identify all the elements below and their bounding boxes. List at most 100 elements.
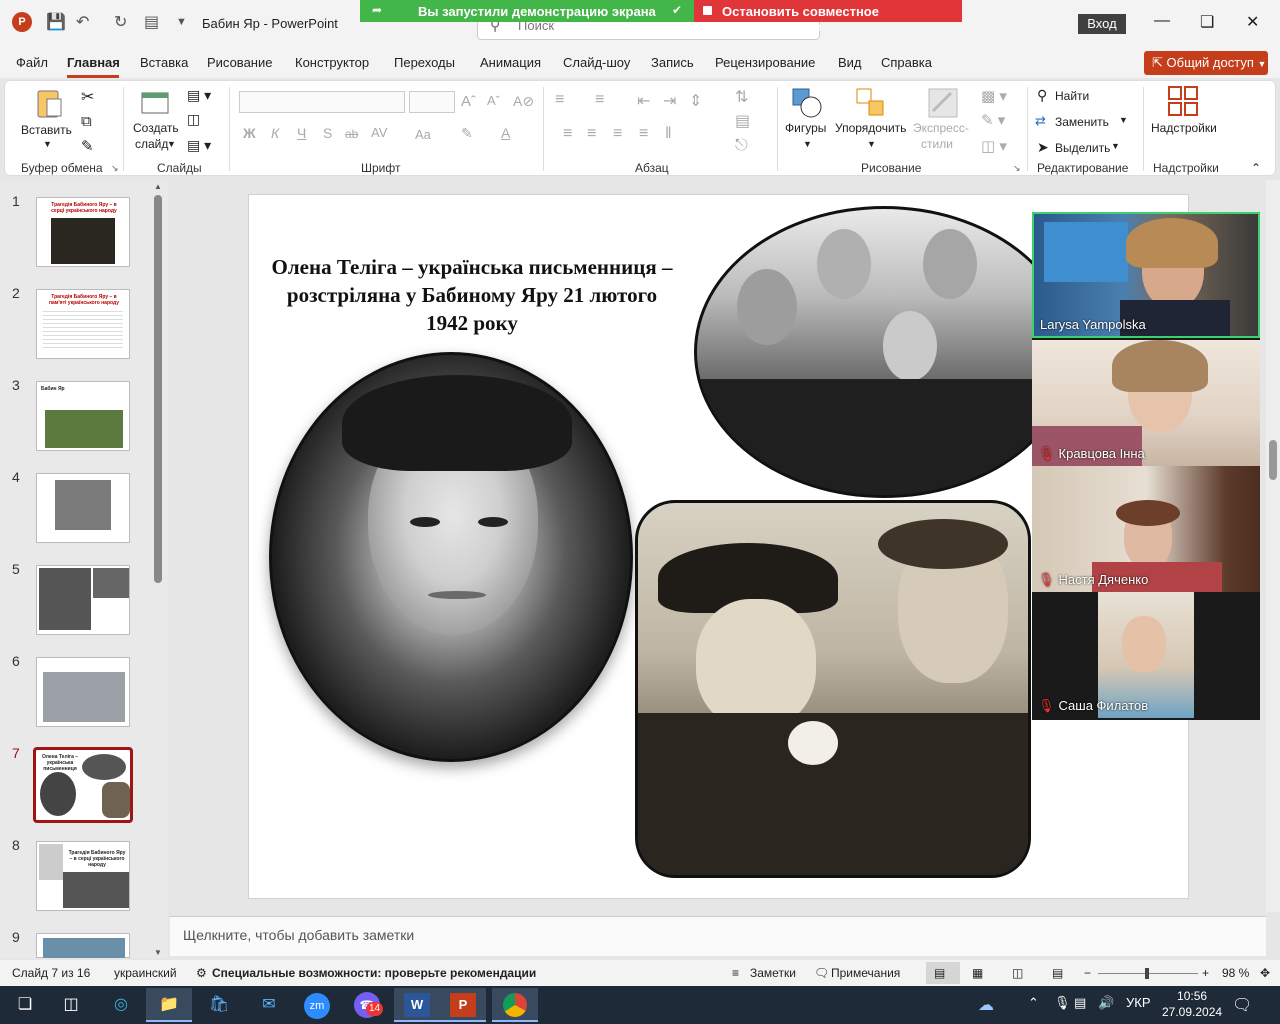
section-icon[interactable]: ▤ ▾ <box>187 137 211 154</box>
justify-icon[interactable]: ≡ <box>639 125 648 143</box>
arrange-chevron-icon[interactable]: ▼ <box>867 139 876 149</box>
fit-slide-icon[interactable]: ✥ <box>1260 966 1270 980</box>
participant-tile[interactable]: 🎙 Настя Дяченко <box>1032 466 1260 592</box>
italic-button[interactable]: К <box>271 125 279 141</box>
bullets-icon[interactable]: ≡ <box>555 91 564 109</box>
zoom-app-icon[interactable]: zm <box>294 988 340 1022</box>
columns-icon[interactable]: ‖ <box>665 125 672 143</box>
tab-animations[interactable]: Анимация <box>480 55 541 70</box>
stop-share-button[interactable]: Остановить совместное использование <box>694 0 962 34</box>
volume-icon[interactable]: 🔊 <box>1098 995 1114 1011</box>
system-clock[interactable]: 10:56 27.09.2024 <box>1162 988 1222 1020</box>
comments-toggle[interactable]: Примечания <box>831 966 900 980</box>
present-icon[interactable]: ▤ <box>144 12 159 32</box>
new-slide-chevron-icon[interactable]: ▼ <box>167 139 176 149</box>
shadow-button[interactable]: S <box>323 125 332 141</box>
quick-styles-label-1[interactable]: Экспресс- <box>913 121 969 135</box>
tab-design[interactable]: Конструктор <box>295 55 369 70</box>
align-center-icon[interactable]: ≡ <box>587 125 596 143</box>
portrait-photo[interactable] <box>269 352 633 762</box>
new-slide-label-1[interactable]: Создать <box>133 121 179 135</box>
tray-chevron-up-icon[interactable]: ⌃ <box>1028 995 1039 1011</box>
addins-button[interactable]: Надстройки <box>1151 121 1217 135</box>
viber-icon[interactable]: ☎14 <box>344 988 390 1022</box>
quick-styles-label-2[interactable]: стили <box>921 137 953 151</box>
align-text-icon[interactable]: ▤ <box>735 111 750 131</box>
shapes-button[interactable]: Фигуры <box>785 121 826 135</box>
slide-thumbnail-2[interactable]: Трагедія Бабиного Яру – в пам'яті україн… <box>36 289 130 359</box>
copy-icon[interactable]: ⧉ <box>81 113 92 130</box>
slide-thumbnail-9[interactable] <box>36 933 130 958</box>
notes-pane[interactable]: Щелкните, чтобы добавить заметки <box>170 916 1266 956</box>
notifications-icon[interactable]: 🗨 <box>1232 995 1252 1015</box>
shape-outline-icon[interactable]: ✎ ▾ <box>981 111 1005 129</box>
highlight-icon[interactable]: ✎ <box>461 125 473 142</box>
pin-icon[interactable]: ➦ <box>372 3 382 17</box>
notes-icon[interactable]: ≡ <box>732 966 739 980</box>
restore-icon[interactable]: ❏ <box>1200 12 1214 32</box>
slide-thumbnail-8[interactable]: Трагедія Бабиного Яру – в серці українсь… <box>36 841 130 911</box>
scroll-down-icon[interactable]: ▼ <box>154 948 162 957</box>
slide-thumbnail-6[interactable] <box>36 657 130 727</box>
notes-toggle[interactable]: Заметки <box>750 966 796 980</box>
paste-button[interactable]: Вставить <box>21 123 72 137</box>
save-icon[interactable]: 💾 <box>46 12 66 32</box>
thumbnail-scrollbar[interactable] <box>154 195 162 583</box>
zoom-in-icon[interactable]: + <box>1202 966 1209 980</box>
store-icon[interactable]: 🛍 <box>196 988 242 1022</box>
arrange-button[interactable]: Упорядочить <box>835 121 906 135</box>
cut-icon[interactable]: ✂ <box>81 87 94 107</box>
tab-help[interactable]: Справка <box>881 55 932 70</box>
file-explorer-icon[interactable]: 📁 <box>146 988 192 1022</box>
tab-review[interactable]: Рецензирование <box>715 55 815 70</box>
slide-title[interactable]: Олена Теліга – українська письменниця – … <box>270 253 674 337</box>
format-painter-icon[interactable]: ✎ <box>81 137 94 155</box>
customize-qat-chevron-icon[interactable]: ▼ <box>176 16 187 28</box>
signin-button[interactable]: Вход <box>1078 14 1126 34</box>
participant-tile[interactable]: 🎙 Кравцова Інна <box>1032 340 1260 466</box>
minimize-icon[interactable]: — <box>1154 12 1170 30</box>
undo-icon[interactable]: ↶ <box>76 12 89 32</box>
char-spacing-button[interactable]: AV <box>371 125 387 140</box>
find-button[interactable]: Найти <box>1055 89 1089 103</box>
quick-styles-icon[interactable] <box>927 87 959 119</box>
increase-font-icon[interactable]: Aˆ <box>461 93 476 110</box>
tab-record[interactable]: Запись <box>651 55 694 70</box>
mail-icon[interactable]: ✉ <box>246 988 292 1022</box>
replace-button[interactable]: Заменить <box>1055 115 1109 129</box>
participant-tile[interactable]: Larysa Yampolska <box>1032 212 1260 338</box>
tab-slideshow[interactable]: Слайд-шоу <box>563 55 630 70</box>
layout-icon[interactable]: ▤ ▾ <box>187 87 211 104</box>
line-spacing-icon[interactable]: ⇕ <box>689 91 702 111</box>
font-color-button[interactable]: A <box>501 125 510 141</box>
change-case-button[interactable]: Aa <box>415 127 431 142</box>
underline-button[interactable]: Ч <box>297 125 306 141</box>
paste-icon[interactable] <box>33 87 65 119</box>
scroll-thumb[interactable] <box>1269 440 1277 480</box>
slide-thumbnail-3[interactable]: Бабин Яр <box>36 381 130 451</box>
tab-transitions[interactable]: Переходы <box>394 55 455 70</box>
font-size-field[interactable] <box>409 91 455 113</box>
tab-file[interactable]: Файл <box>16 55 48 70</box>
paste-chevron-icon[interactable]: ▼ <box>43 139 52 149</box>
text-direction-icon[interactable]: ⇅ <box>735 87 748 107</box>
new-slide-icon[interactable] <box>139 87 171 119</box>
zoom-level[interactable]: 98 % <box>1222 966 1249 980</box>
zoom-out-icon[interactable]: − <box>1084 966 1091 980</box>
addins-icon[interactable] <box>1167 85 1199 117</box>
edge-browser-icon[interactable]: ◎ <box>98 988 144 1022</box>
accessibility-status[interactable]: Специальные возможности: проверьте реком… <box>212 966 536 980</box>
shapes-chevron-icon[interactable]: ▼ <box>803 139 812 149</box>
comments-icon[interactable]: 🗨 <box>814 966 829 980</box>
arrange-icon[interactable] <box>855 87 887 119</box>
tab-draw[interactable]: Рисование <box>207 55 272 70</box>
dialog-launcher-icon[interactable]: ↘ <box>111 163 119 174</box>
redo-icon[interactable]: ↻ <box>114 12 127 32</box>
replace-icon[interactable]: ⇄ <box>1035 113 1046 129</box>
tab-insert[interactable]: Вставка <box>140 55 188 70</box>
slide-thumbnail-4[interactable] <box>36 473 130 543</box>
tab-view[interactable]: Вид <box>838 55 862 70</box>
task-view-icon[interactable]: ◫ <box>48 988 94 1022</box>
smartart-icon[interactable]: ⎋ <box>735 137 748 155</box>
font-name-field[interactable] <box>239 91 405 113</box>
